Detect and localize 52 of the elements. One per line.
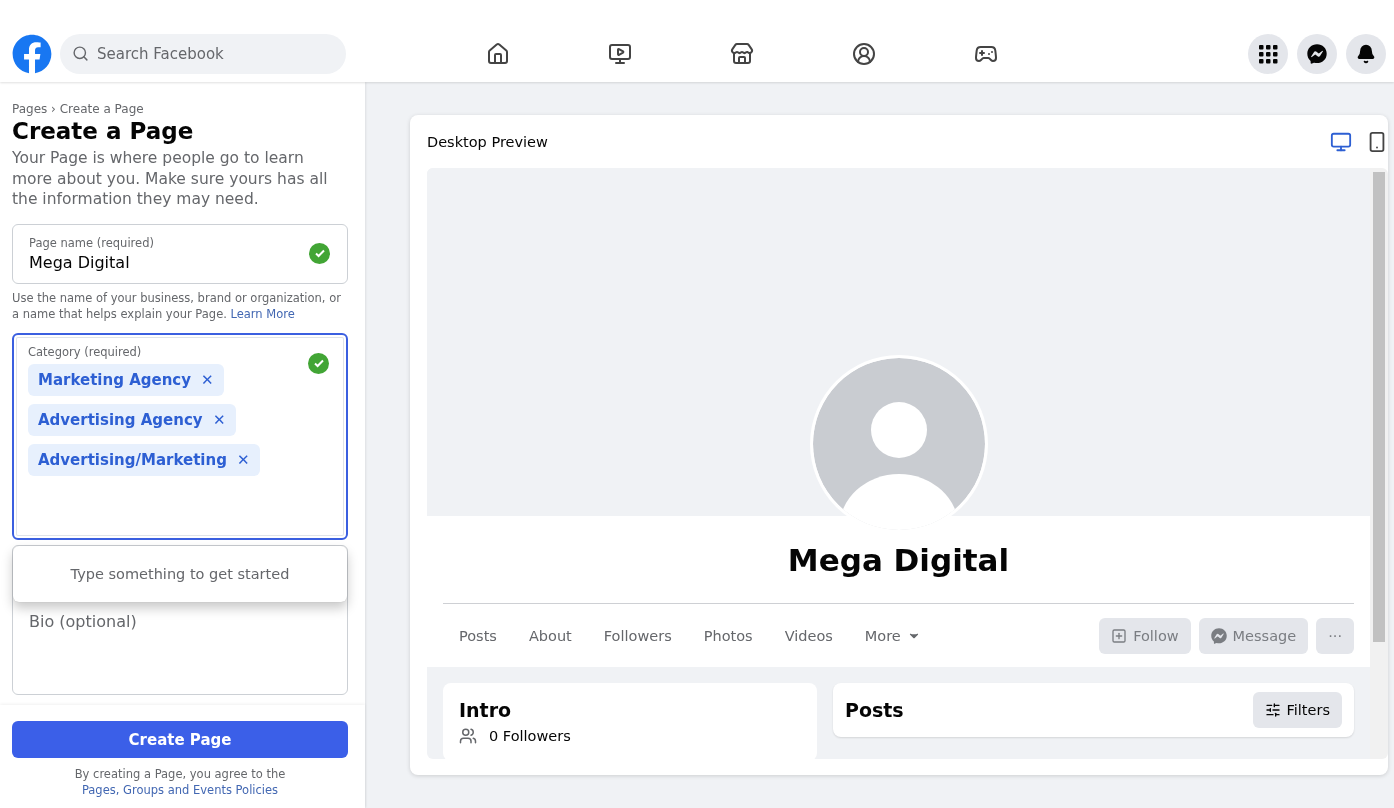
policies-link[interactable]: Pages, Groups and Events Policies [81, 783, 279, 797]
view-toggle[interactable] [1330, 130, 1352, 153]
profile-tab[interactable]: More [848, 627, 937, 644]
profile-tab[interactable]: Videos [768, 627, 849, 644]
create-page-button[interactable]: Create Page [12, 721, 348, 758]
desktop-icon [1330, 130, 1352, 153]
sliders-icon [1264, 702, 1281, 718]
profile-tab[interactable]: Posts [443, 627, 513, 644]
notifications-button[interactable] [1346, 34, 1386, 74]
tag-label: Advertising/Marketing [38, 450, 227, 469]
field-label: Page name (required) [29, 235, 155, 250]
messenger-button[interactable] [1297, 34, 1337, 74]
posts-title: Posts [845, 699, 904, 721]
home-icon [486, 42, 510, 66]
page-title: Create a Page [12, 118, 195, 144]
page-name: Mega Digital [443, 516, 1354, 604]
page-name-field[interactable]: Page name (required) Mega Digital [12, 223, 348, 284]
learn-more-link[interactable]: Learn More [230, 306, 295, 321]
bell-icon [1356, 44, 1376, 64]
people-icon [852, 42, 876, 66]
terms-text: By creating a Page, you agree to the Pages, Groups and Events Policies [73, 766, 287, 798]
tag-label: Advertising Agency [38, 410, 203, 429]
messenger-icon [1307, 44, 1327, 64]
scrollbar[interactable] [1370, 168, 1388, 759]
messenger-icon [1210, 627, 1227, 644]
intro-title: Intro [459, 699, 512, 721]
field-label: Category (required) [28, 344, 143, 359]
dropdown-message: Type something to get started [70, 566, 290, 582]
remove-tag-button[interactable]: ✕ [201, 370, 214, 389]
followers-count: 0 Followers [489, 728, 571, 744]
filters-button[interactable]: Filters [1252, 692, 1342, 728]
menu-button[interactable] [1248, 34, 1288, 74]
video-icon [608, 42, 632, 66]
store-icon [730, 42, 754, 66]
page-name-input[interactable]: Mega Digital [29, 252, 289, 272]
description: Your Page is where people go to learn more about you. Make sure yours has all the information they may need. [12, 148, 329, 210]
tag-label: Marketing Agency [38, 370, 191, 389]
remove-tag-button[interactable]: ✕ [236, 450, 250, 469]
remove-tag-button[interactable]: ✕ [212, 410, 226, 429]
people-icon [459, 727, 477, 745]
profile-tab[interactable]: Followers [587, 627, 688, 644]
preview-title: Desktop Preview [427, 133, 548, 150]
help-text: Use the name of your business, brand or organization, or a name that helps explain your Page. Learn More [12, 289, 342, 322]
profile-tab[interactable]: About [512, 627, 588, 644]
breadcrumb: Pages › Create a Page [12, 102, 145, 116]
profile-tab[interactable]: Photos [687, 627, 769, 644]
facebook-logo[interactable] [12, 34, 52, 74]
search-field[interactable]: Search Facebook [60, 34, 346, 74]
plus-icon [1111, 627, 1128, 644]
search-icon [72, 45, 89, 62]
category-field[interactable]: Category (required) Marketing Agency ✕ Advertising Agency ✕ Advertising/Marketing ✕ [12, 332, 348, 540]
menu-icon [1258, 44, 1278, 64]
